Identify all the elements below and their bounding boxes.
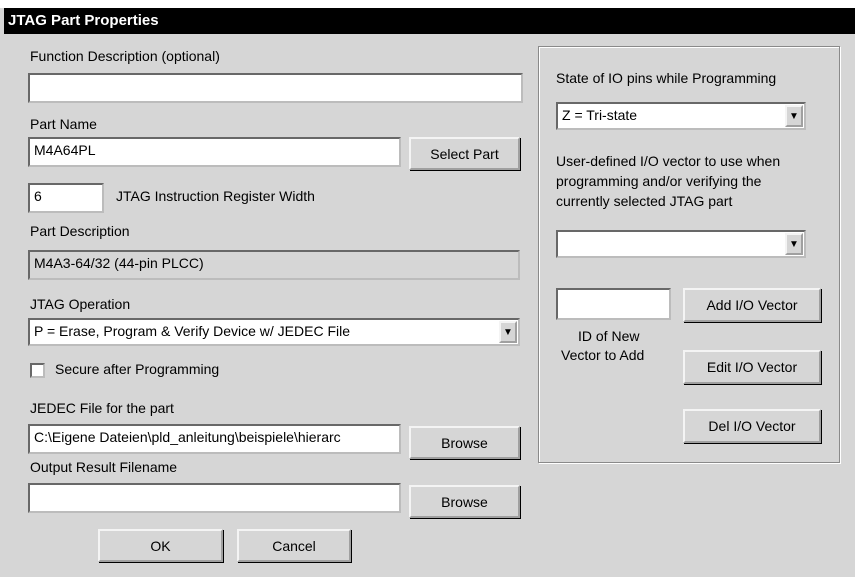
window-title: JTAG Part Properties bbox=[4, 8, 855, 34]
new-vector-id-input[interactable] bbox=[556, 288, 671, 320]
output-file-input[interactable] bbox=[28, 483, 401, 513]
ok-button[interactable]: OK bbox=[98, 529, 223, 562]
del-io-vector-button[interactable]: Del I/O Vector bbox=[683, 409, 821, 443]
jtag-operation-label: JTAG Operation bbox=[30, 296, 131, 312]
ir-width-label: JTAG Instruction Register Width bbox=[116, 188, 315, 204]
secure-checkbox[interactable] bbox=[30, 363, 45, 378]
output-browse-button[interactable]: Browse bbox=[409, 485, 520, 518]
io-vector-label-line1: User-defined I/O vector to use when bbox=[556, 153, 781, 169]
select-part-button[interactable]: Select Part bbox=[409, 137, 520, 170]
cancel-button[interactable]: Cancel bbox=[237, 529, 351, 562]
dropdown-arrow-icon[interactable]: ▼ bbox=[785, 233, 803, 255]
io-state-value: Z = Tri-state bbox=[562, 107, 638, 123]
part-description-label: Part Description bbox=[30, 223, 130, 239]
dropdown-arrow-icon[interactable]: ▼ bbox=[785, 105, 803, 127]
add-io-vector-button[interactable]: Add I/O Vector bbox=[683, 288, 821, 322]
jedec-file-input[interactable]: C:\Eigene Dateien\pld_anleitung\beispiel… bbox=[28, 424, 401, 454]
ir-width-input[interactable]: 6 bbox=[28, 183, 104, 213]
output-file-label: Output Result Filename bbox=[30, 459, 178, 475]
jedec-file-label: JEDEC File for the part bbox=[30, 400, 174, 416]
part-name-label: Part Name bbox=[30, 116, 97, 132]
jtag-part-properties-dialog: JTAG Part Properties Function Descriptio… bbox=[0, 8, 855, 577]
jtag-operation-value: P = Erase, Program & Verify Device w/ JE… bbox=[34, 323, 351, 339]
dropdown-arrow-icon[interactable]: ▼ bbox=[499, 321, 517, 343]
new-vector-id-label-line2: Vector to Add bbox=[561, 347, 645, 363]
jedec-browse-button[interactable]: Browse bbox=[409, 426, 520, 459]
edit-io-vector-button[interactable]: Edit I/O Vector bbox=[683, 350, 821, 384]
secure-label: Secure after Programming bbox=[55, 361, 220, 377]
part-name-input[interactable]: M4A64PL bbox=[28, 137, 401, 167]
function-description-input[interactable] bbox=[28, 73, 523, 103]
io-state-label: State of IO pins while Programming bbox=[556, 70, 777, 86]
io-vector-label-line3: currently selected JTAG part bbox=[556, 193, 733, 209]
new-vector-id-label-line1: ID of New bbox=[578, 328, 640, 344]
part-description-field: M4A3-64/32 (44-pin PLCC) bbox=[28, 250, 520, 280]
io-vector-select[interactable]: ▼ bbox=[556, 230, 806, 258]
io-state-select[interactable]: Z = Tri-state ▼ bbox=[556, 102, 806, 130]
function-description-label: Function Description (optional) bbox=[30, 48, 220, 64]
jtag-operation-select[interactable]: P = Erase, Program & Verify Device w/ JE… bbox=[28, 318, 520, 346]
io-vector-label-line2: programming and/or verifying the bbox=[556, 173, 762, 189]
